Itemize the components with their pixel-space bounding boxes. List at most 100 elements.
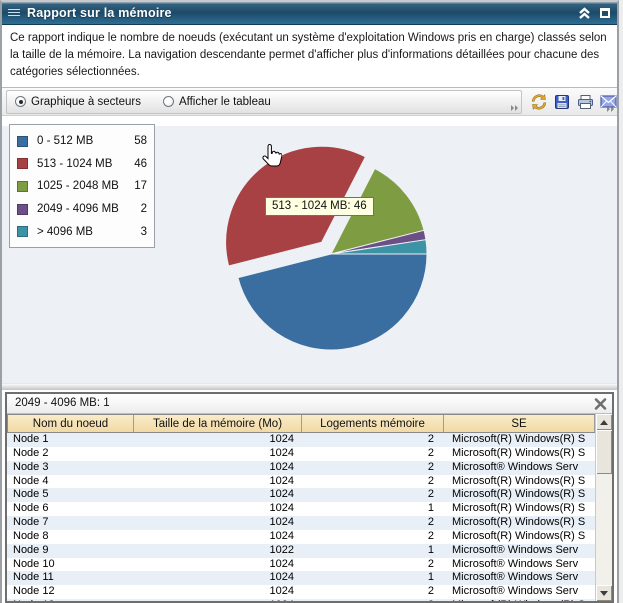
cell-os: Microsoft(R) Windows(R) S: [452, 474, 586, 487]
table-row[interactable]: Node 10 1024 2 Microsoft® Windows Serv: [7, 557, 595, 572]
close-icon: [594, 398, 607, 410]
toolbar: Graphique à secteurs Afficher le tableau: [2, 88, 617, 116]
column-header[interactable]: SE: [444, 415, 595, 432]
print-button[interactable]: [576, 93, 594, 111]
cell-memory-slots: 2: [427, 446, 434, 459]
legend-label: > 4096 MB: [37, 225, 93, 238]
table-row[interactable]: Node 11 1024 1 Microsoft® Windows Serv: [7, 571, 595, 586]
radio-pie-chart[interactable]: Graphique à secteurs: [15, 96, 141, 108]
scroll-up-button[interactable]: [596, 414, 612, 430]
cell-node-name: Node 9: [13, 543, 49, 556]
maximize-button[interactable]: [598, 7, 611, 19]
toolbar-actions: [530, 93, 617, 111]
panel-divider[interactable]: [2, 383, 617, 390]
triangle-up-icon: [600, 419, 608, 425]
cell-node-name: Node 12: [13, 585, 55, 598]
legend-value: 2: [140, 203, 147, 216]
view-switch-bar: Graphique à secteurs Afficher le tableau: [6, 89, 522, 114]
cell-memory-slots: 1: [427, 571, 434, 584]
cell-node-name: Node 3: [13, 460, 49, 473]
legend-value: 3: [140, 225, 147, 238]
detail-panel: 2049 - 4096 MB: 1 Nom du noeud Taille de …: [5, 392, 614, 603]
collapse-button[interactable]: [578, 7, 591, 19]
table-row[interactable]: Node 8 1024 2 Microsoft(R) Windows(R) S: [7, 529, 595, 544]
table-row[interactable]: Node 4 1024 2 Microsoft(R) Windows(R) S: [7, 474, 595, 489]
refresh-icon: [531, 93, 547, 110]
table-row[interactable]: Node 1 1024 2 Microsoft(R) Windows(R) S: [7, 433, 595, 447]
radio-unselected-icon[interactable]: [162, 96, 174, 107]
cell-node-name: Node 4: [13, 474, 49, 487]
legend-value: 17: [134, 180, 147, 193]
radio-selected-icon[interactable]: [15, 96, 26, 107]
legend-swatch: [17, 180, 28, 192]
radio-show-table[interactable]: Afficher le tableau: [162, 96, 271, 108]
table-row[interactable]: Node 9 1022 1 Microsoft® Windows Serv: [7, 543, 595, 558]
cell-memory-size: 1024: [269, 488, 294, 501]
table-row[interactable]: Node 1310242Microsoft(R) Windows(R) S: [7, 599, 595, 601]
scrollbar-track[interactable]: [596, 430, 612, 585]
scroll-down-button[interactable]: [596, 585, 612, 601]
cell-node-name: Node 6: [13, 502, 49, 515]
cell-memory-size: 1024: [134, 599, 302, 601]
cell-os: Microsoft(R) Windows(R) S: [452, 529, 586, 542]
cell-memory-size: 1024: [269, 585, 294, 598]
cell-node-name: Node 1: [13, 433, 49, 445]
cell-memory-slots: 2: [427, 516, 434, 529]
chart-area: 0 - 512 MB 58 513 - 1024 MB 46 1025 - 2048 M…: [2, 116, 617, 383]
resize-gripper-icon[interactable]: [510, 104, 519, 112]
cell-os: Microsoft(R) Windows(R) S: [452, 446, 586, 459]
cell-memory-slots: 2: [427, 529, 434, 542]
legend-item[interactable]: 2049 - 4096 MB 2: [17, 198, 147, 221]
legend-label: 1025 - 2048 MB: [37, 180, 119, 193]
legend-label: 2049 - 4096 MB: [37, 203, 119, 216]
chevron-up-double-icon: [579, 7, 590, 19]
cell-memory-size: 1024: [269, 446, 294, 459]
cell-os: Microsoft(R) Windows(R) S: [452, 488, 586, 501]
column-header[interactable]: Taille de la mémoire (Mo): [134, 415, 302, 432]
pie-slice[interactable]: [237, 253, 428, 351]
cell-memory-slots: 1: [427, 502, 434, 515]
table-row[interactable]: Node 3 1024 2 Microsoft® Windows Serv: [7, 460, 595, 475]
table-row[interactable]: Node 2 1024 2 Microsoft(R) Windows(R) S: [7, 446, 595, 461]
legend-swatch: [17, 203, 28, 215]
cell-memory-size: 1022: [269, 543, 294, 556]
legend-item[interactable]: > 4096 MB 3: [17, 220, 147, 243]
cell-os: Microsoft® Windows Serv: [452, 557, 579, 570]
resize-gripper-icon[interactable]: [606, 105, 615, 113]
cell-os: Microsoft(R) Windows(R) S: [444, 599, 595, 601]
cell-os: Microsoft® Windows Serv: [452, 460, 579, 473]
cell-node-name: Node 5: [13, 488, 49, 501]
menu-icon[interactable]: [8, 8, 20, 18]
page-title: Rapport sur la mémoire: [27, 6, 172, 20]
vertical-scrollbar[interactable]: [595, 414, 612, 601]
column-header[interactable]: Logements mémoire: [302, 415, 444, 432]
column-header[interactable]: Nom du noeud: [7, 415, 134, 432]
cell-node-name: Node 2: [13, 446, 49, 459]
maximize-icon: [599, 8, 610, 18]
report-widget: Rapport sur la mémoire Ce rapport indiqu…: [0, 0, 619, 603]
save-button[interactable]: [553, 93, 571, 111]
table-row[interactable]: Node 7 1024 2 Microsoft(R) Windows(R) S: [7, 516, 595, 530]
cell-os: Microsoft® Windows Serv: [452, 585, 579, 598]
legend-item[interactable]: 0 - 512 MB 58: [17, 130, 147, 153]
cell-node-name: Node 13: [7, 599, 134, 601]
legend-item[interactable]: 513 - 1024 MB 46: [17, 153, 147, 176]
cell-node-name: Node 11: [13, 571, 54, 584]
table-row[interactable]: Node 12 1024 2 Microsoft® Windows Serv: [7, 585, 595, 600]
table-row[interactable]: Node 6 1024 1 Microsoft(R) Windows(R) S: [7, 502, 595, 517]
legend-swatch: [17, 135, 28, 147]
legend-label: 0 - 512 MB: [37, 135, 94, 148]
save-icon: [555, 94, 569, 109]
legend-label: 513 - 1024 MB: [37, 157, 113, 170]
table-row[interactable]: Node 5 1024 2 Microsoft(R) Windows(R) S: [7, 488, 595, 503]
scrollbar-thumb[interactable]: [596, 430, 612, 474]
table-body: Node 1 1024 2 Microsoft(R) Windows(R) S Node…: [7, 433, 595, 601]
cell-node-name: Node 10: [13, 557, 55, 570]
close-button[interactable]: [593, 397, 608, 411]
cell-memory-size: 1024: [269, 474, 294, 487]
cell-memory-size: 1024: [269, 557, 294, 570]
legend-item[interactable]: 1025 - 2048 MB 17: [17, 175, 147, 198]
refresh-button[interactable]: [530, 93, 548, 111]
cell-memory-slots: 2: [427, 488, 434, 501]
chart-legend: 0 - 512 MB 58 513 - 1024 MB 46 1025 - 2048 M…: [9, 124, 155, 248]
